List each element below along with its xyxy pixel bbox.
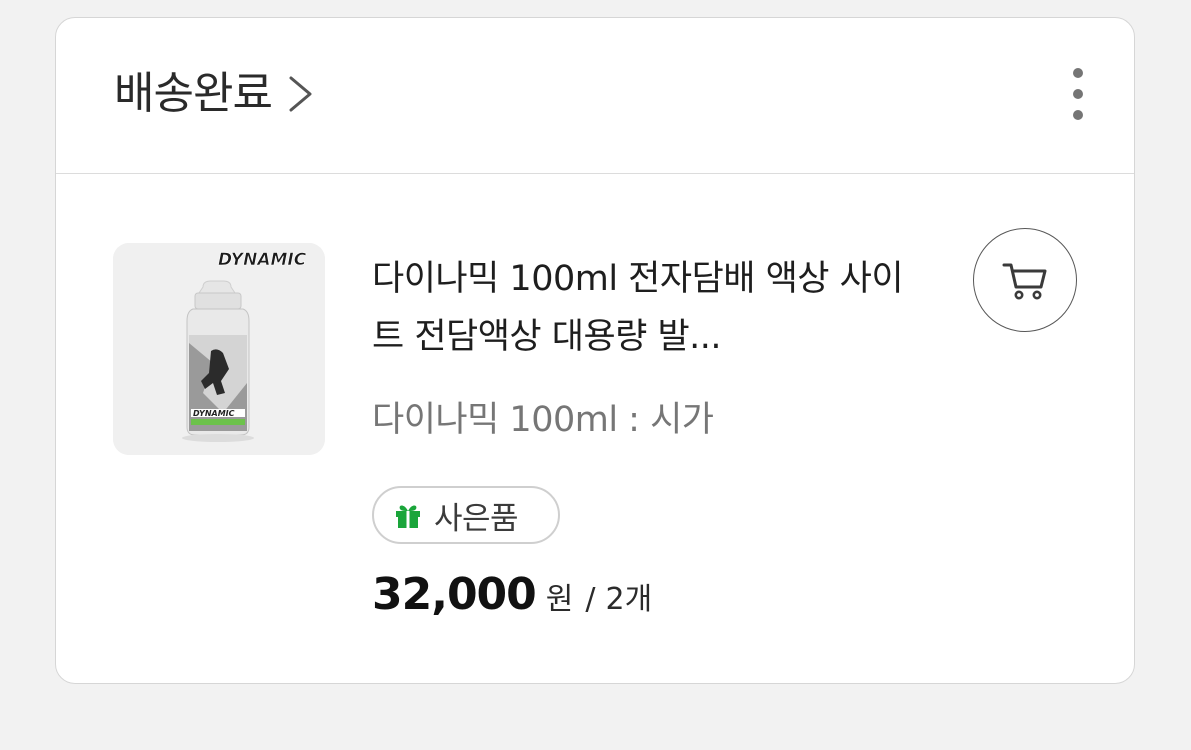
product-thumbnail[interactable]: DYNAMIC DYNAMIC [113,243,325,455]
order-card: 배송완료 DYNAMIC DYNAMIC 다이나믹 100ml 전자담배 액상 … [55,17,1135,684]
delivery-status-link[interactable]: 배송완료 [114,66,316,122]
gift-icon [396,505,420,528]
product-image: DYNAMIC DYNAMIC [113,243,325,455]
gift-badge: 사은품 [372,486,560,544]
more-vertical-icon[interactable] [1066,68,1090,120]
product-price: 32,000 [372,569,537,620]
add-to-cart-button[interactable] [973,228,1077,332]
svg-text:DYNAMIC: DYNAMIC [193,409,235,418]
product-quantity: 2개 [605,582,653,617]
price-currency: 원 [545,582,574,617]
price-row: 32,000 원 / 2개 [372,569,652,620]
price-separator: / [585,582,596,617]
gift-label: 사은품 [434,500,519,537]
product-brand-logo: DYNAMIC [218,250,307,270]
cart-icon [1002,263,1047,300]
product-title[interactable]: 다이나믹 100ml 전자담배 액상 사이트 전담액상 대용량 발... [372,250,932,366]
order-card-header: 배송완료 [56,18,1134,174]
product-option: 다이나믹 100ml : 시가 [372,400,714,440]
chevron-right-icon [289,76,312,112]
delivery-status-label: 배송완료 [114,68,273,119]
